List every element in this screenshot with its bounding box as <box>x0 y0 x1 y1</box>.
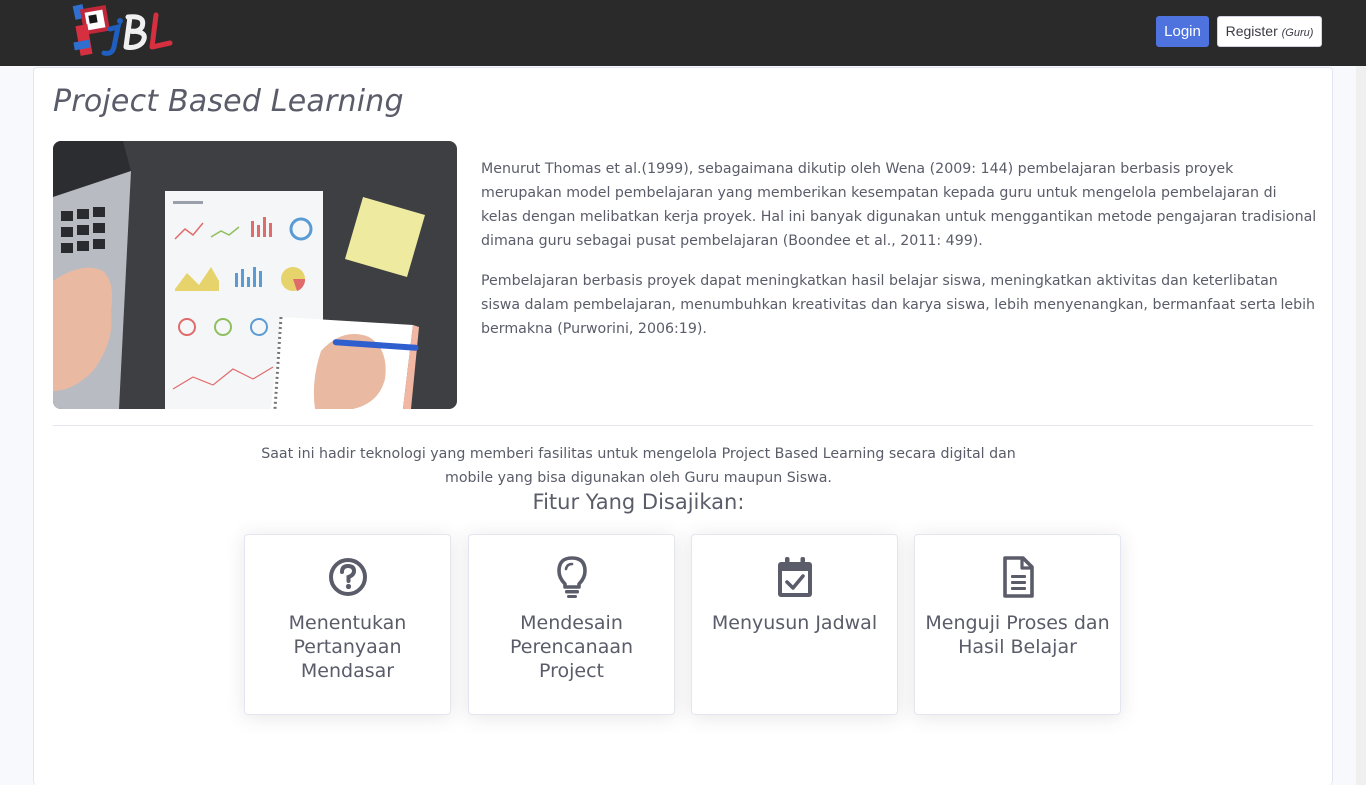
features-title: Fitur Yang Disajikan: <box>532 490 745 514</box>
intro-paragraph-1: Menurut Thomas et al.(1999), sebagaimana… <box>481 161 1317 249</box>
login-button[interactable]: Login <box>1156 16 1209 47</box>
feature-card-questions[interactable]: Menentukan Pertanyaan Mendasar <box>244 534 451 715</box>
register-sub-label: (Guru) <box>1281 27 1314 39</box>
lead-text: Saat ini hadir teknologi yang memberi fa… <box>261 446 1016 486</box>
feature-label: Menyusun Jadwal <box>711 612 878 634</box>
top-navbar: Login Register (Guru) <box>0 0 1366 66</box>
page-title: Project Based Learning <box>53 84 404 119</box>
feature-card-schedule[interactable]: Menyusun Jadwal <box>691 534 898 715</box>
page-scrollbar[interactable] <box>1356 66 1366 785</box>
file-document-icon <box>996 555 1040 599</box>
feature-card-testing[interactable]: Menguji Proses dan Hasil Belajar <box>914 534 1121 715</box>
feature-label: Menguji Proses dan Hasil Belajar <box>925 612 1110 658</box>
feature-label: Menentukan Pertanyaan Mendasar <box>288 612 407 682</box>
feature-label: Mendesain Perencanaan Project <box>509 612 634 682</box>
hero-image <box>53 141 457 409</box>
section-divider <box>53 425 1313 426</box>
feature-card-planning[interactable]: Mendesain Perencanaan Project <box>468 534 675 715</box>
intro-paragraph-2: Pembelajaran berbasis proyek dapat menin… <box>481 273 1316 337</box>
intro-text: Menurut Thomas et al.(1999), sebagaimana… <box>481 157 1317 357</box>
calendar-check-icon <box>773 555 817 599</box>
register-label: Register <box>1225 23 1278 39</box>
lightbulb-icon <box>550 555 594 599</box>
question-circle-icon <box>326 555 370 599</box>
pjbl-logo[interactable] <box>70 3 180 59</box>
register-button[interactable]: Register (Guru) <box>1217 16 1322 47</box>
